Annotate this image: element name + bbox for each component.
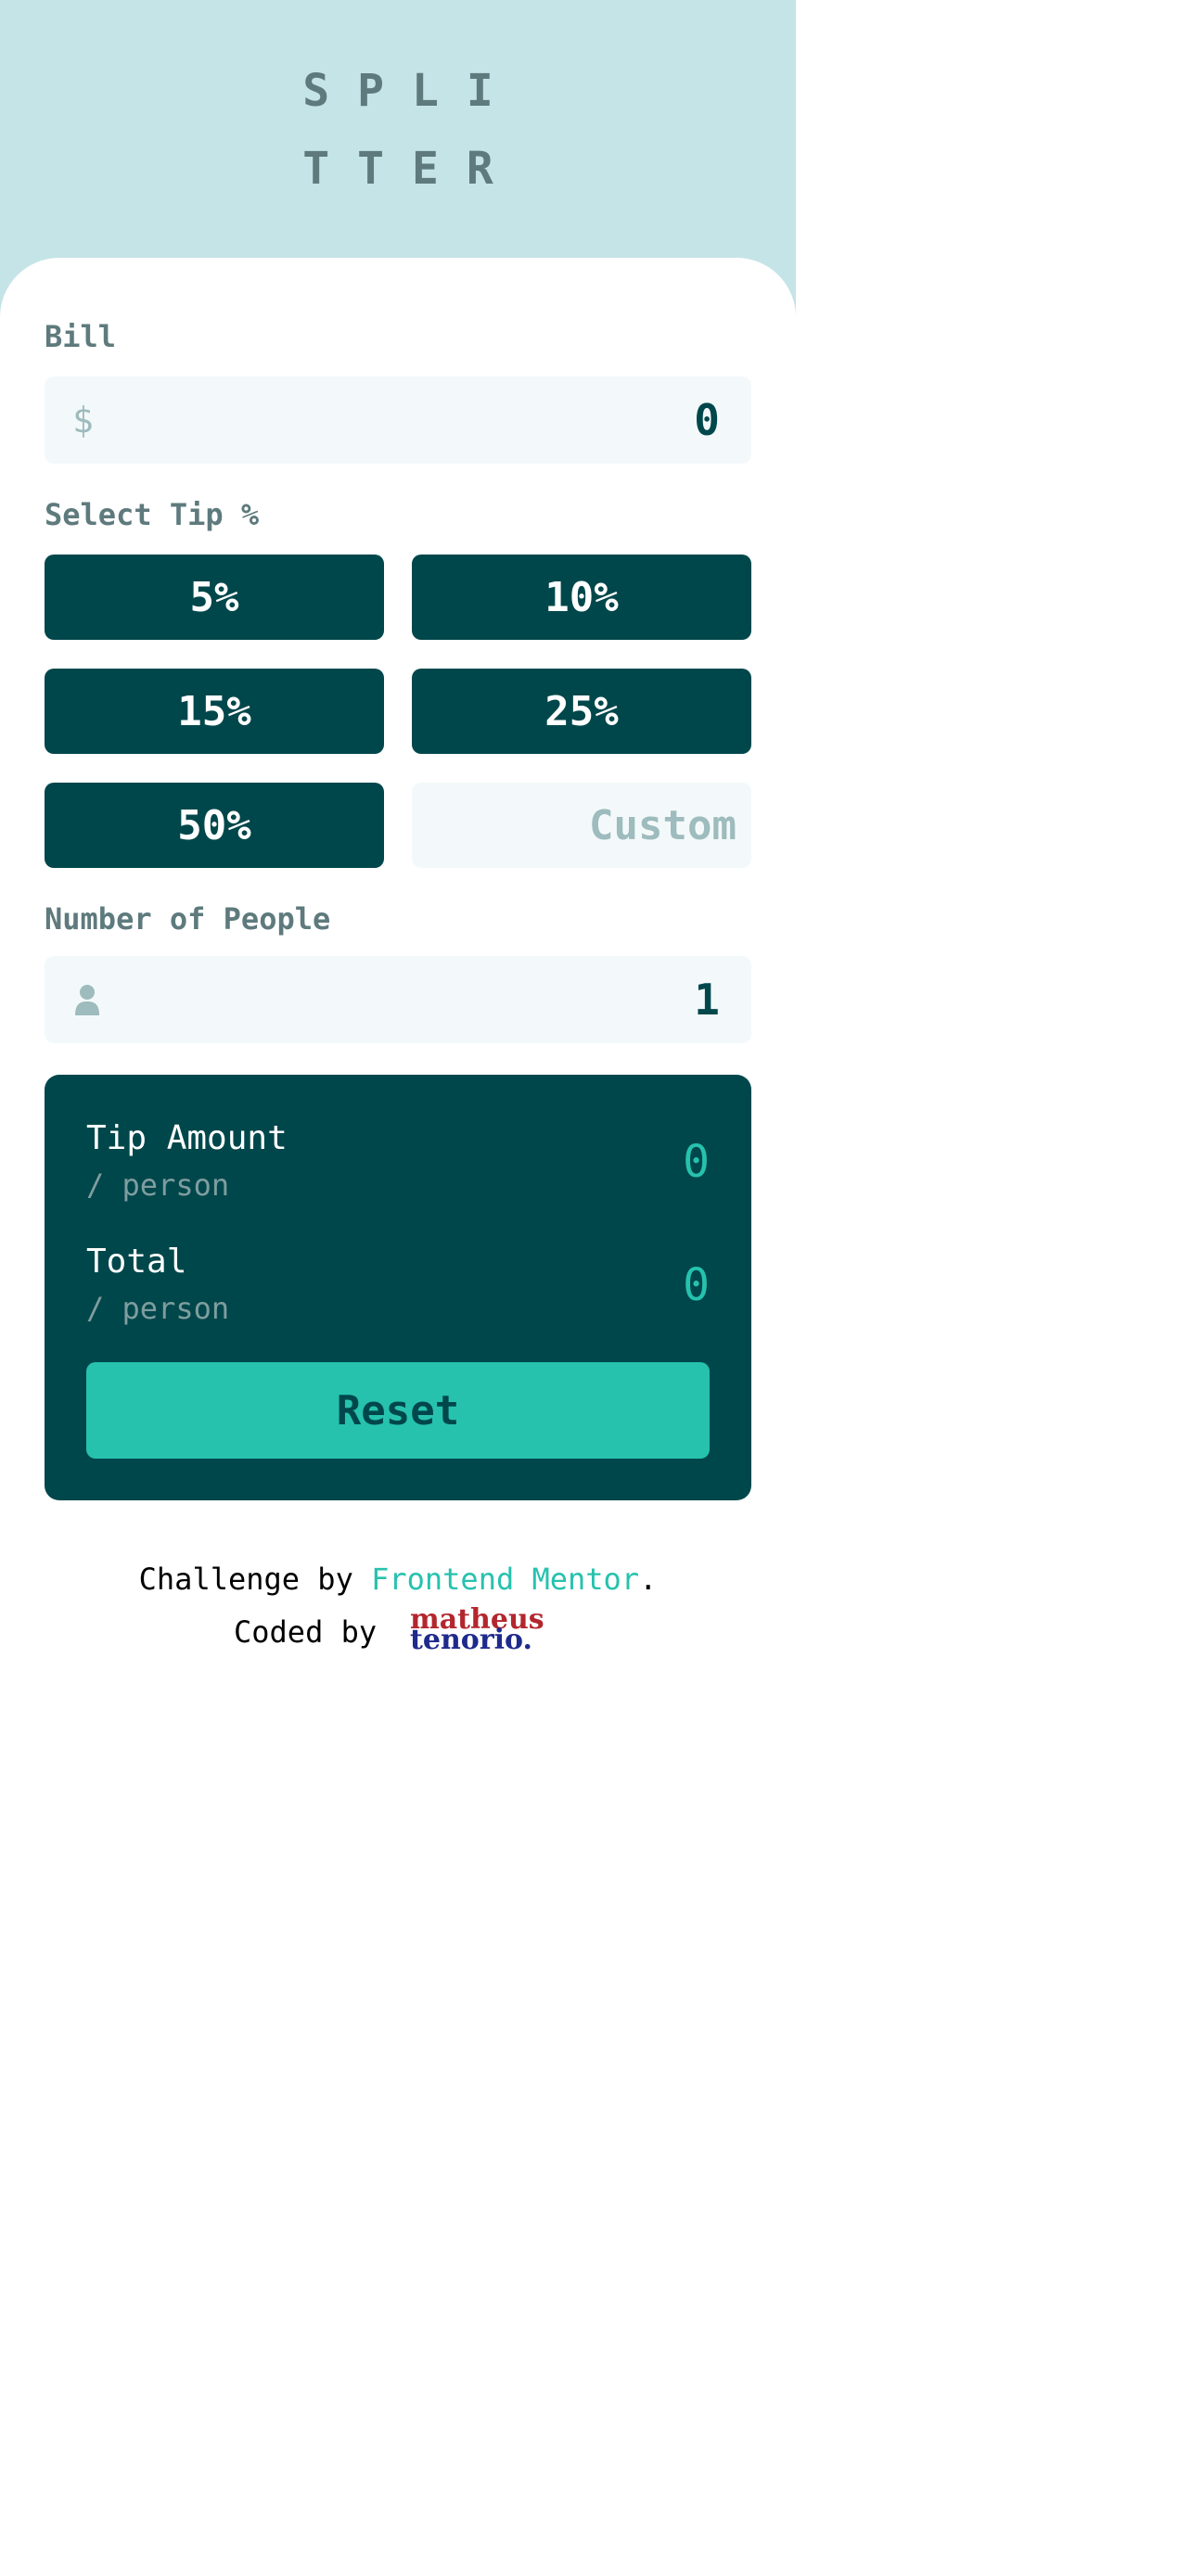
tip-10-button[interactable]: 10%	[412, 555, 751, 640]
people-input[interactable]: 1	[45, 956, 751, 1043]
dollar-icon: $	[72, 400, 94, 440]
tip-5-button[interactable]: 5%	[45, 555, 384, 640]
people-input-value: 1	[694, 975, 720, 1025]
logo: SPLI TTER	[0, 52, 796, 208]
tip-15-button[interactable]: 15%	[45, 669, 384, 754]
author-logo[interactable]: matheus tenorio.	[410, 1606, 544, 1656]
person-icon	[75, 985, 99, 1015]
total-value: 0	[683, 1259, 710, 1311]
reset-button[interactable]: Reset	[86, 1362, 710, 1459]
challenge-suffix: .	[639, 1562, 658, 1597]
challenge-attribution: Challenge by Frontend Mentor.	[0, 1562, 796, 1597]
coded-by-label: Coded by	[234, 1614, 378, 1650]
frontend-mentor-link[interactable]: Frontend Mentor	[371, 1562, 639, 1597]
results-panel: Tip Amount / person 0 Total / person 0 R…	[45, 1075, 751, 1500]
number-of-people-label: Number of People	[45, 901, 331, 937]
bill-input-value: 0	[694, 395, 720, 445]
challenge-prefix: Challenge by	[138, 1562, 353, 1597]
bill-label: Bill	[45, 319, 117, 354]
tip-25-button[interactable]: 25%	[412, 669, 751, 754]
tip-amount-value: 0	[683, 1136, 710, 1188]
tip-amount-per-person: / person	[86, 1167, 230, 1203]
select-tip-label: Select Tip %	[45, 497, 260, 532]
custom-tip-input[interactable]: Custom	[412, 783, 751, 868]
tip-amount-label: Tip Amount	[86, 1119, 288, 1157]
total-per-person: / person	[86, 1291, 230, 1326]
bill-input[interactable]: $ 0	[45, 376, 751, 464]
author-logo-line-2: tenorio.	[410, 1624, 532, 1656]
app-viewport: SPLI TTER Bill $ 0 Select Tip % 5% 10% 1…	[0, 0, 796, 2576]
logo-line-2: TTER	[302, 143, 521, 195]
tip-50-button[interactable]: 50%	[45, 783, 384, 868]
logo-line-1: SPLI	[302, 65, 521, 117]
total-label: Total	[86, 1243, 187, 1281]
